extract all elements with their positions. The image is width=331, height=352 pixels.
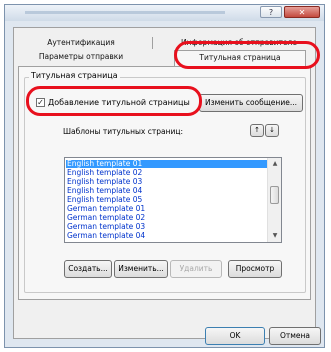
- tab-divider: [152, 37, 153, 49]
- template-list-item[interactable]: German template 02: [66, 214, 267, 222]
- template-list-item[interactable]: English template 03: [66, 178, 267, 186]
- close-icon: ✕: [298, 8, 306, 17]
- tab-authentication[interactable]: Аутентификация: [22, 36, 140, 50]
- delete-template-button[interactable]: Удалить: [170, 260, 222, 278]
- add-cover-page-checkbox[interactable]: ✓: [36, 98, 45, 107]
- title-bar-stripe: [25, 11, 225, 14]
- templates-listbox[interactable]: English template 01 English template 02 En…: [64, 157, 282, 243]
- scroll-up-arrow-icon[interactable]: ▲: [268, 158, 281, 170]
- scrollbar-thumb[interactable]: [270, 186, 279, 204]
- templates-label: Шаблоны титульных страниц:: [63, 127, 184, 136]
- scroll-down-arrow-icon[interactable]: ▼: [268, 230, 281, 242]
- sort-up-button[interactable]: ↑: [250, 124, 264, 137]
- checkmark-icon: ✓: [37, 98, 44, 107]
- help-button[interactable]: ?: [260, 6, 282, 18]
- tab-cover-page[interactable]: Титульная страница: [174, 50, 306, 67]
- edit-template-button[interactable]: Изменить...: [114, 260, 168, 278]
- arrow-down-icon: ↓: [269, 126, 275, 134]
- tab-sender-info[interactable]: Информация об отправителе: [174, 36, 304, 50]
- template-list-item[interactable]: English template 01: [66, 160, 267, 168]
- add-cover-page-label[interactable]: Добавление титульной страницы: [48, 98, 190, 107]
- sort-down-button[interactable]: ↓: [265, 124, 279, 137]
- templates-scrollbar[interactable]: ▲ ▼: [267, 158, 281, 242]
- preview-template-button[interactable]: Просмотр: [228, 260, 282, 278]
- template-list-item[interactable]: English template 04: [66, 187, 267, 195]
- template-list-item[interactable]: English template 05: [66, 196, 267, 204]
- template-list-item[interactable]: German template 03: [66, 223, 267, 231]
- template-list-item[interactable]: German template 04: [66, 232, 267, 240]
- ok-button[interactable]: OK: [205, 327, 265, 345]
- close-button[interactable]: ✕: [284, 6, 320, 18]
- title-bar: ? ✕: [5, 5, 324, 21]
- help-icon: ?: [268, 8, 274, 17]
- create-template-button[interactable]: Создать...: [64, 260, 112, 278]
- cancel-button[interactable]: Отмена: [269, 327, 321, 345]
- arrow-up-icon: ↑: [254, 126, 260, 134]
- cover-page-group-title: Титульная страница: [29, 71, 120, 80]
- tab-send-settings[interactable]: Параметры отправки: [22, 50, 140, 64]
- change-message-button[interactable]: Изменить сообщение...: [199, 94, 303, 112]
- template-list-item[interactable]: German template 01: [66, 205, 267, 213]
- template-list-item[interactable]: English template 02: [66, 169, 267, 177]
